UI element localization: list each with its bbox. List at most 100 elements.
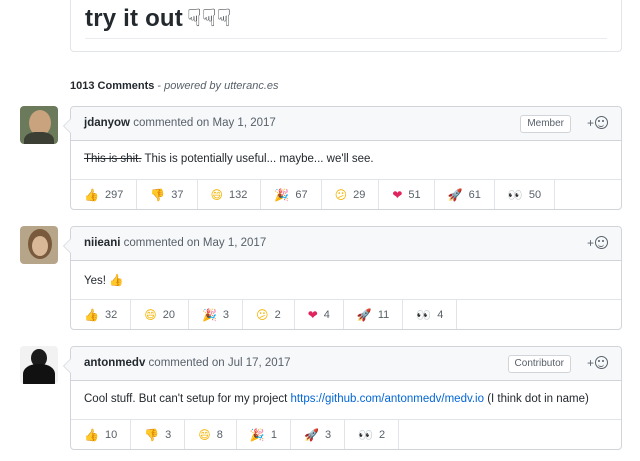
powered-by: powered by utteranc.es xyxy=(164,80,279,92)
thumbs-down-icon: 👎 xyxy=(144,427,160,442)
reaction-list: 👍 32 😄 20 🎉 3 😕 2 ❤ 4 🚀 11 👀 4 xyxy=(71,299,621,329)
reaction-count: 3 xyxy=(165,428,172,441)
comment-body: This is shit. This is potentially useful… xyxy=(71,141,621,179)
eyes-icon: 👀 xyxy=(507,187,523,202)
reaction-button-laugh[interactable]: 😄 132 xyxy=(198,180,262,209)
reaction-count: 3 xyxy=(324,428,332,441)
avatar[interactable] xyxy=(20,226,58,264)
comment-text: Yes! xyxy=(84,275,110,287)
reaction-button-thumbs-up[interactable]: 👍 10 xyxy=(71,420,132,449)
pointing-down-icons: ☟☟☟ xyxy=(187,5,232,32)
thumbs-up-icon: 👍 xyxy=(84,187,99,202)
comment-header: antonmedv commented on Jul 17, 2017 Cont… xyxy=(71,347,621,381)
reaction-button-eyes[interactable]: 👀 50 xyxy=(495,180,556,209)
hooray-icon: 🎉 xyxy=(274,187,290,202)
eyes-icon: 👀 xyxy=(416,307,432,322)
comment-author[interactable]: antonmedv xyxy=(84,357,145,369)
avatar[interactable] xyxy=(20,106,58,144)
comment-text: This is potentially useful... maybe... w… xyxy=(141,153,374,165)
comment-body: Yes! 👍 xyxy=(71,261,621,299)
member-badge: Member xyxy=(520,115,571,133)
hooray-icon: 🎉 xyxy=(201,307,217,322)
reaction-count: 2 xyxy=(379,428,386,441)
heart-icon: ❤ xyxy=(307,307,318,322)
smiley-icon xyxy=(595,116,608,129)
plus-label: + xyxy=(586,236,594,250)
reaction-button-heart[interactable]: ❤ 51 xyxy=(379,180,435,209)
reaction-button-eyes[interactable]: 👀 2 xyxy=(345,420,400,449)
reaction-count: 2 xyxy=(274,308,281,321)
project-link[interactable]: https://github.com/antonmedv/medv.io xyxy=(291,393,484,405)
comment-text: Cool stuff. But can't setup for my proje… xyxy=(84,393,291,405)
reaction-count: 4 xyxy=(323,308,330,321)
comment-header: jdanyow commented on May 1, 2017 Member … xyxy=(71,107,621,141)
comment-date[interactable]: May 1, 2017 xyxy=(203,237,266,249)
reaction-button-rocket[interactable]: 🚀 3 xyxy=(291,420,346,449)
reaction-button-heart[interactable]: ❤ 4 xyxy=(295,300,344,329)
rocket-icon: 🚀 xyxy=(304,427,319,442)
post-title: try it out ☟☟☟ xyxy=(85,4,231,33)
reaction-count: 10 xyxy=(104,428,118,441)
add-reaction-button[interactable]: + xyxy=(587,356,608,370)
reaction-button-rocket[interactable]: 🚀 61 xyxy=(435,180,495,209)
reaction-button-laugh[interactable]: 😄 8 xyxy=(185,420,237,449)
reaction-button-confused[interactable]: 😕 2 xyxy=(243,300,295,329)
confused-icon: 😕 xyxy=(256,307,269,322)
confused-icon: 😕 xyxy=(334,187,348,202)
reaction-count: 4 xyxy=(437,308,444,321)
reaction-button-rocket[interactable]: 🚀 11 xyxy=(344,300,404,329)
reaction-button-thumbs-down[interactable]: 👎 3 xyxy=(131,420,186,449)
reaction-count: 29 xyxy=(353,188,366,201)
reaction-button-hooray[interactable]: 🎉 67 xyxy=(261,180,322,209)
reaction-count: 8 xyxy=(216,428,223,441)
thumbs-up-icon: 👍 xyxy=(84,307,99,322)
add-reaction-button[interactable]: + xyxy=(587,116,608,130)
comment-text-after: (I think dot in name) xyxy=(484,393,589,405)
avatar[interactable] xyxy=(20,346,58,384)
thumbs-down-icon: 👎 xyxy=(150,187,166,202)
comment-date[interactable]: May 1, 2017 xyxy=(213,117,276,129)
thumbs-up-icon: 👍 xyxy=(84,427,99,442)
post-footer-card: try it out ☟☟☟ xyxy=(70,0,622,52)
reaction-count: 50 xyxy=(528,188,542,201)
comment-author[interactable]: jdanyow xyxy=(84,117,130,129)
reaction-button-hooray[interactable]: 🎉 3 xyxy=(189,300,244,329)
rocket-icon: 🚀 xyxy=(447,187,463,202)
reaction-count: 32 xyxy=(104,308,118,321)
comment-author[interactable]: niieani xyxy=(84,237,120,249)
reaction-button-thumbs-up[interactable]: 👍 297 xyxy=(71,180,138,209)
reaction-button-thumbs-up[interactable]: 👍 32 xyxy=(71,300,132,329)
comment-count: 1013 Comments xyxy=(70,80,155,92)
reaction-button-laugh[interactable]: 😄 20 xyxy=(131,300,189,329)
contributor-badge: Contributor xyxy=(507,355,571,373)
laugh-icon: 😄 xyxy=(210,187,224,202)
laugh-icon: 😄 xyxy=(198,427,211,442)
reaction-count: 20 xyxy=(162,308,175,321)
thumbs-up-icon: 👍 xyxy=(109,273,124,287)
struck-text: This is shit. xyxy=(84,153,142,165)
heart-icon: ❤ xyxy=(392,187,403,202)
reaction-list: 👍 10 👎 3 😄 8 🎉 1 🚀 3 👀 2 xyxy=(71,419,621,449)
reaction-count: 11 xyxy=(377,308,390,321)
reaction-button-thumbs-down[interactable]: 👎 37 xyxy=(137,180,198,209)
reaction-count: 3 xyxy=(222,308,230,321)
comment-card: antonmedv commented on Jul 17, 2017 Cont… xyxy=(63,346,622,450)
reaction-button-eyes[interactable]: 👀 4 xyxy=(403,300,458,329)
reaction-count: 1 xyxy=(270,428,277,441)
reaction-button-confused[interactable]: 😕 29 xyxy=(322,180,380,209)
post-title-text: try it out xyxy=(85,5,183,32)
reaction-count: 132 xyxy=(229,188,248,201)
laugh-icon: 😄 xyxy=(144,307,157,322)
reaction-count: 51 xyxy=(408,188,421,201)
reaction-button-hooray[interactable]: 🎉 1 xyxy=(237,420,291,449)
add-reaction-button[interactable]: + xyxy=(587,236,608,250)
hooray-icon: 🎉 xyxy=(249,427,265,442)
comment-header: niieani commented on May 1, 2017 + xyxy=(71,227,621,261)
comments-summary: 1013 Comments - powered by utteranc.es xyxy=(70,80,279,92)
comment-action: commented on xyxy=(123,237,200,249)
comment-date[interactable]: Jul 17, 2017 xyxy=(228,357,291,369)
reaction-count: 67 xyxy=(295,188,308,201)
reaction-list: 👍 297 👎 37 😄 132 🎉 67 😕 29 ❤ 51 🚀 61 👀 50 xyxy=(71,179,621,209)
summary-separator: - xyxy=(154,80,165,92)
reaction-count: 37 xyxy=(171,188,184,201)
